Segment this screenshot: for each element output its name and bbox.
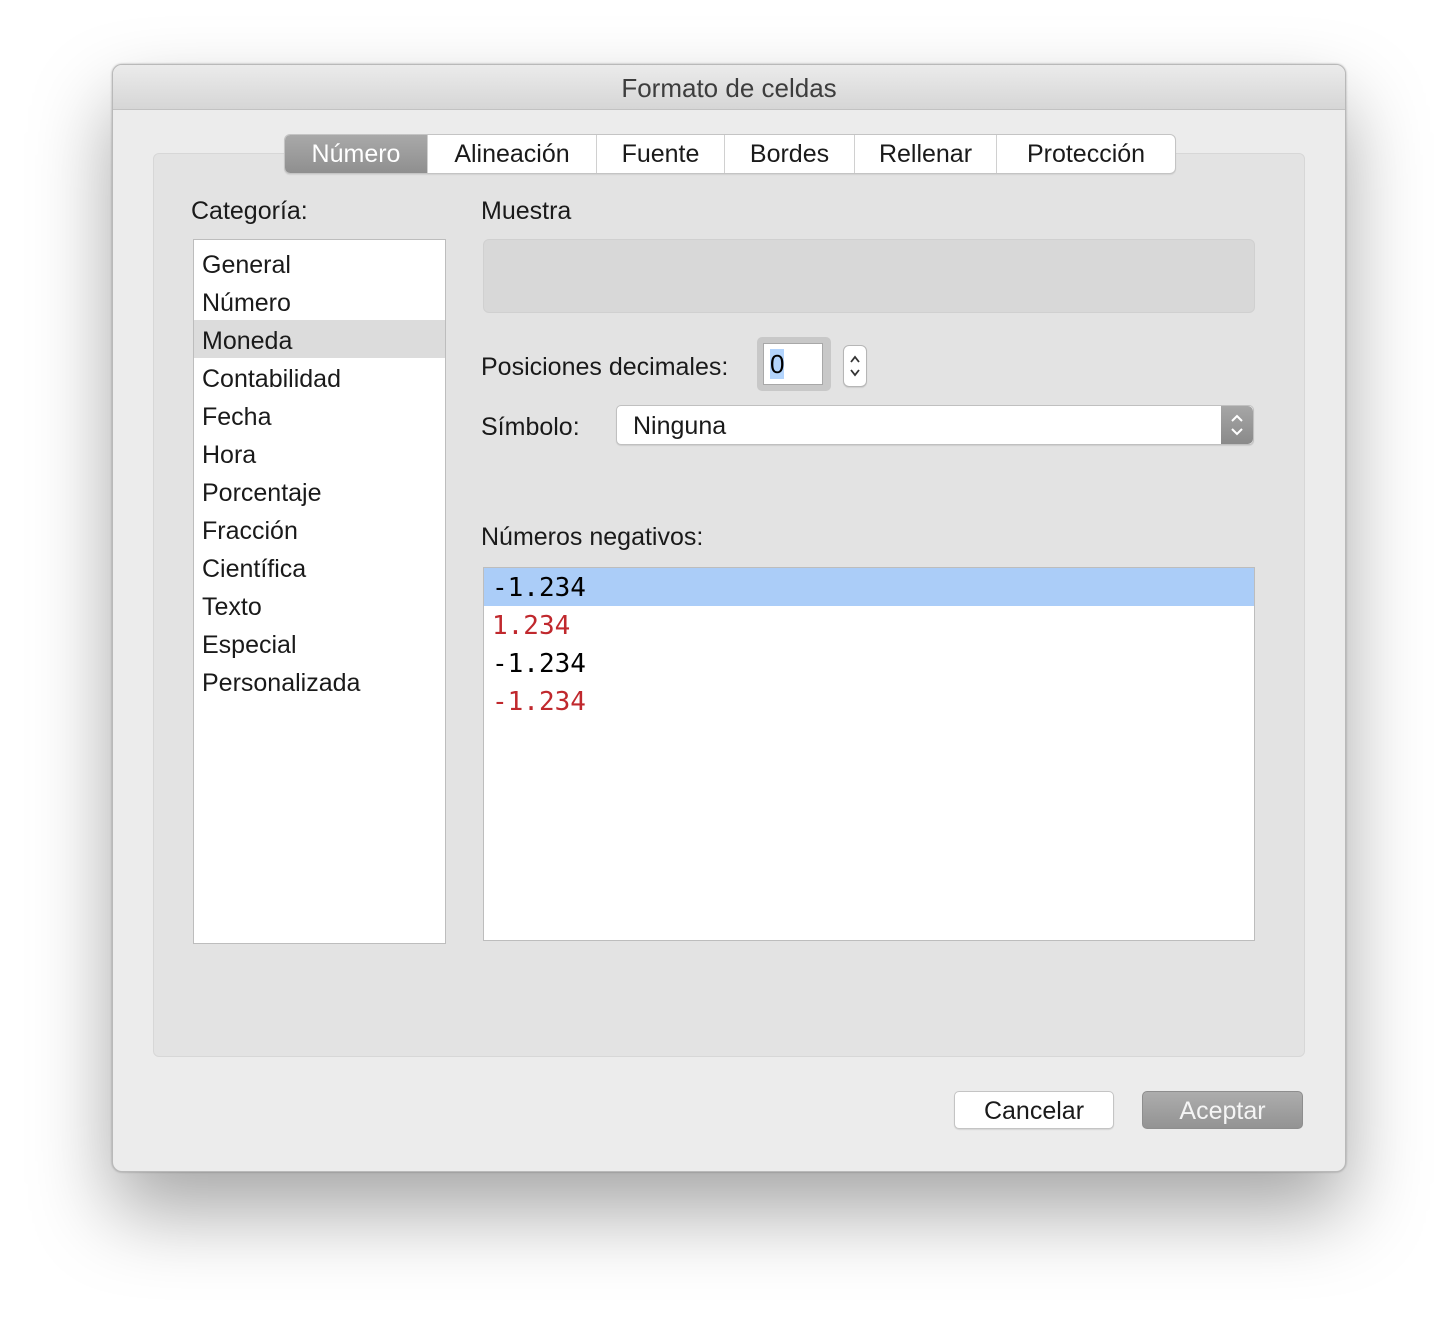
decimals-focus-ring: 0: [757, 337, 831, 391]
stepper-arrows-icon: [850, 355, 860, 377]
tab-rellenar[interactable]: Rellenar: [854, 135, 996, 173]
tab-bordes[interactable]: Bordes: [724, 135, 854, 173]
negative-format-item[interactable]: 1.234: [484, 606, 1254, 644]
symbol-select-value: Ninguna: [633, 412, 727, 440]
symbol-label: Símbolo:: [481, 413, 580, 441]
negative-format-item[interactable]: -1.234: [484, 682, 1254, 720]
updown-chevron-icon: [1231, 414, 1243, 436]
select-arrows: [1221, 406, 1253, 444]
category-item[interactable]: Texto: [194, 586, 445, 624]
negative-format-item-selected[interactable]: -1.234: [484, 568, 1254, 606]
title-bar[interactable]: Formato de celdas: [113, 65, 1345, 110]
category-list[interactable]: General Número Moneda Contabilidad Fecha…: [193, 239, 446, 944]
tab-alineacion[interactable]: Alineación: [427, 135, 596, 173]
decimals-input[interactable]: 0: [763, 343, 823, 385]
category-item[interactable]: Personalizada: [194, 662, 445, 700]
sample-preview: [483, 239, 1255, 313]
ok-button[interactable]: Aceptar: [1142, 1091, 1303, 1129]
decimals-label: Posiciones decimales:: [481, 353, 729, 381]
category-item[interactable]: Especial: [194, 624, 445, 662]
decimals-value: 0: [770, 349, 785, 379]
cancel-button[interactable]: Cancelar: [954, 1091, 1114, 1129]
category-item[interactable]: Fecha: [194, 396, 445, 434]
symbol-select[interactable]: Ninguna: [616, 405, 1254, 445]
category-item[interactable]: Contabilidad: [194, 358, 445, 396]
decimals-stepper[interactable]: [843, 345, 867, 387]
format-cells-dialog: Formato de celdas Número Alineación Fuen…: [112, 64, 1346, 1172]
negative-numbers-list[interactable]: -1.234 1.234 -1.234 -1.234: [483, 567, 1255, 941]
tab-proteccion[interactable]: Protección: [996, 135, 1175, 173]
negative-format-item[interactable]: -1.234: [484, 644, 1254, 682]
category-item[interactable]: Porcentaje: [194, 472, 445, 510]
tab-fuente[interactable]: Fuente: [596, 135, 724, 173]
tab-numero[interactable]: Número: [285, 135, 427, 173]
category-item[interactable]: General: [194, 244, 445, 282]
category-label: Categoría:: [191, 197, 308, 225]
category-item[interactable]: Fracción: [194, 510, 445, 548]
window-title: Formato de celdas: [621, 73, 837, 103]
negatives-label: Números negativos:: [481, 523, 704, 551]
sample-label: Muestra: [481, 197, 572, 225]
category-item[interactable]: Hora: [194, 434, 445, 472]
category-item[interactable]: Científica: [194, 548, 445, 586]
tab-bar: Número Alineación Fuente Bordes Rellenar…: [284, 134, 1176, 174]
category-item-selected[interactable]: Moneda: [194, 320, 445, 358]
category-item[interactable]: Número: [194, 282, 445, 320]
